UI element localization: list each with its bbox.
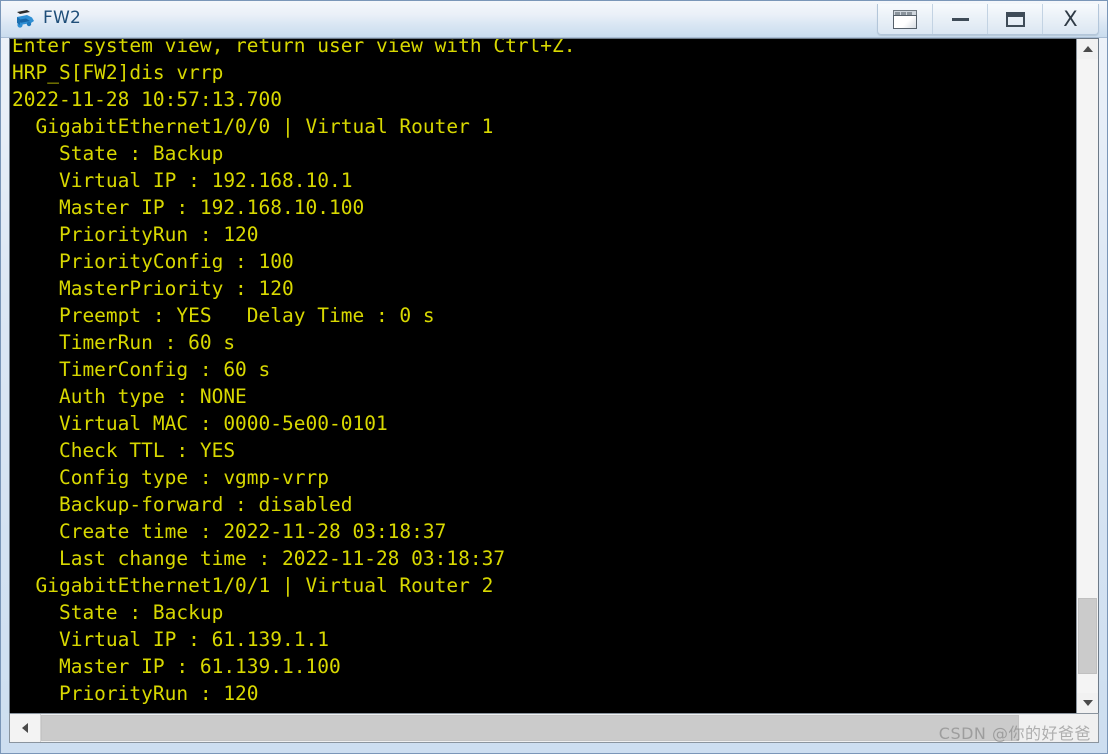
maximize-icon: [1005, 11, 1025, 27]
terminal-line: Enter system view, return user view with…: [12, 39, 576, 57]
terminal-line: PriorityRun : 120: [12, 682, 259, 705]
window-title: FW2: [43, 7, 82, 28]
terminal-line: 2022-11-28 10:57:13.700: [12, 88, 283, 111]
terminal-line: Config type : vgmp-vrrp: [12, 466, 329, 489]
chevron-left-icon: [22, 723, 28, 733]
restore-window-icon: [893, 9, 917, 29]
terminal-line: Create time : 2022-11-28 03:18:37: [12, 520, 447, 543]
scroll-down-button[interactable]: [1077, 693, 1098, 713]
horizontal-scroll-track[interactable]: [41, 714, 1098, 742]
terminal-line: Master IP : 192.168.10.100: [12, 196, 365, 219]
close-icon: X: [1063, 6, 1078, 31]
terminal-line: Virtual IP : 61.139.1.1: [12, 628, 329, 651]
window-controls: X: [877, 4, 1099, 35]
terminal-line: PriorityConfig : 100: [12, 250, 294, 273]
terminal-line: Last change time : 2022-11-28 03:18:37: [12, 547, 506, 570]
window-bottom-strip: [9, 743, 1099, 753]
terminal-output[interactable]: Enter system view, return user view with…: [10, 39, 1076, 713]
vertical-scrollbar[interactable]: [1076, 39, 1098, 713]
terminal-line: Backup-forward : disabled: [12, 493, 353, 516]
client-area: Enter system view, return user view with…: [9, 38, 1099, 753]
terminal-line: PriorityRun : 120: [12, 223, 259, 246]
terminal-line: GigabitEthernet1/0/0 | Virtual Router 1: [12, 115, 494, 138]
close-button[interactable]: X: [1043, 4, 1098, 34]
minimize-icon: [951, 17, 969, 21]
vertical-scroll-thumb[interactable]: [1078, 597, 1097, 674]
horizontal-scrollbar[interactable]: [9, 713, 1099, 743]
horizontal-scroll-thumb[interactable]: [41, 715, 1019, 741]
terminal-line: HRP_S[FW2]dis vrrp: [12, 61, 224, 84]
terminal-line: Master IP : 61.139.1.100: [12, 655, 341, 678]
firewall-device-icon: [14, 8, 36, 30]
maximize-button[interactable]: [988, 4, 1043, 34]
terminal-line: Preempt : YES Delay Time : 0 s: [12, 304, 435, 327]
terminal-line: Virtual IP : 192.168.10.1: [12, 169, 353, 192]
terminal-line: State : Backup: [12, 142, 224, 165]
terminal-line: Auth type : NONE: [12, 385, 247, 408]
terminal-window: FW2 X Enter system view, return user vie…: [0, 0, 1108, 754]
terminal-line: TimerConfig : 60 s: [12, 358, 271, 381]
terminal-line: Virtual MAC : 0000-5e00-0101: [12, 412, 388, 435]
title-bar[interactable]: FW2 X: [1, 1, 1107, 38]
chevron-down-icon: [1082, 700, 1093, 706]
minimize-button[interactable]: [933, 4, 988, 34]
vertical-scroll-track[interactable]: [1077, 59, 1098, 693]
terminal-line: MasterPriority : 120: [12, 277, 294, 300]
scroll-up-button[interactable]: [1077, 39, 1098, 59]
title-bar-left: FW2: [1, 8, 81, 30]
scroll-left-button[interactable]: [10, 714, 41, 742]
restore-down-button[interactable]: [878, 4, 933, 34]
terminal-line: TimerRun : 60 s: [12, 331, 236, 354]
terminal-row: Enter system view, return user view with…: [9, 38, 1099, 713]
terminal-line: Check TTL : YES: [12, 439, 236, 462]
terminal-line: State : Backup: [12, 601, 224, 624]
terminal-lines: Enter system view, return user view with…: [10, 39, 1076, 707]
chevron-up-icon: [1082, 46, 1093, 52]
terminal-line: GigabitEthernet1/0/1 | Virtual Router 2: [12, 574, 494, 597]
